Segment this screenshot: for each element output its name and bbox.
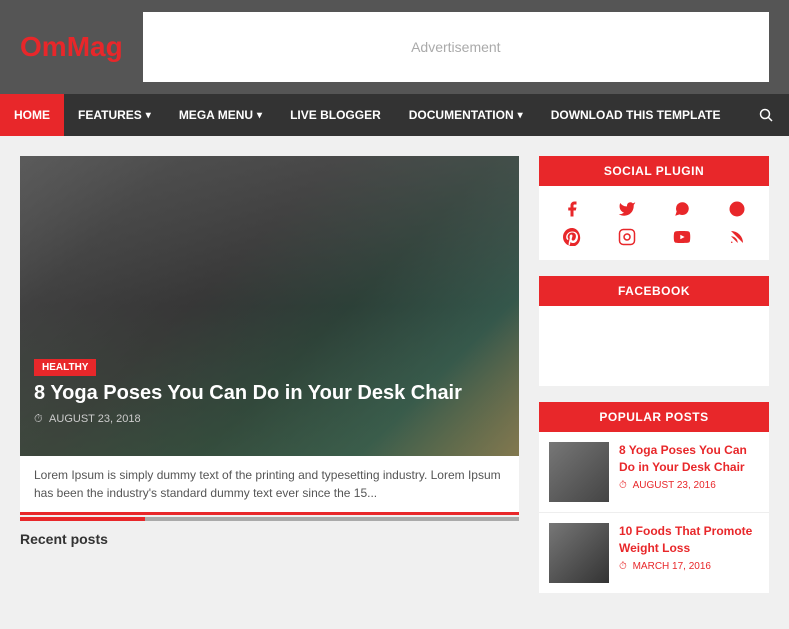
nav-item-liveblogger[interactable]: LIVE BLOGGER bbox=[276, 94, 395, 136]
content-area: HEALTHY 8 Yoga Poses You Can Do in Your … bbox=[0, 136, 789, 629]
category-label: HEALTHY bbox=[42, 362, 88, 373]
nav-label-megamenu: MEGA MENU bbox=[179, 108, 253, 122]
nav-item-download[interactable]: DOWNLOAD THIS TEMPLATE bbox=[537, 94, 735, 136]
hero-article: HEALTHY 8 Yoga Poses You Can Do in Your … bbox=[20, 156, 519, 521]
popular-post-1-thumb bbox=[549, 442, 609, 502]
clock-icon-2: ⏱ bbox=[619, 561, 630, 572]
nav-label-liveblogger: LIVE BLOGGER bbox=[290, 108, 381, 122]
pinterest-icon[interactable] bbox=[549, 228, 594, 246]
popular-post-2[interactable]: 10 Foods That Promote Weight Loss ⏱ MARC… bbox=[539, 513, 769, 593]
search-button[interactable] bbox=[743, 94, 789, 136]
pp1-date-text: AUGUST 23, 2016 bbox=[633, 480, 716, 491]
social-plugin-title-text: SOCIAL PLUGIN bbox=[604, 164, 704, 178]
facebook-widget-title: FACEBOOK bbox=[539, 276, 769, 306]
nav-item-features[interactable]: FEATURES ▾ bbox=[64, 94, 165, 136]
chevron-down-icon: ▾ bbox=[257, 110, 262, 121]
social-plugin-widget: SOCIAL PLUGIN R bbox=[539, 156, 769, 260]
logo-red: Mag bbox=[67, 31, 123, 62]
chevron-down-icon: ▾ bbox=[518, 110, 523, 121]
popular-post-1[interactable]: 8 Yoga Poses You Can Do in Your Desk Cha… bbox=[539, 432, 769, 513]
rss-icon[interactable] bbox=[714, 228, 759, 246]
popular-post-2-date: ⏱ MARCH 17, 2016 bbox=[619, 561, 759, 572]
nav-item-documentation[interactable]: DOCUMENTATION ▾ bbox=[395, 94, 537, 136]
popular-posts-title: POPULAR POSTS bbox=[539, 402, 769, 432]
facebook-title-text: FACEBOOK bbox=[618, 284, 690, 298]
logo[interactable]: OmMag bbox=[20, 31, 123, 63]
popular-post-1-info: 8 Yoga Poses You Can Do in Your Desk Cha… bbox=[619, 442, 759, 502]
hero-title: 8 Yoga Poses You Can Do in Your Desk Cha… bbox=[34, 380, 505, 406]
category-badge[interactable]: HEALTHY bbox=[34, 359, 96, 376]
popular-posts-title-text: POPULAR POSTS bbox=[599, 410, 708, 424]
clock-icon: ⏱ bbox=[34, 413, 43, 425]
ad-text: Advertisement bbox=[411, 39, 500, 55]
whatsapp-icon[interactable] bbox=[659, 200, 704, 218]
nav-label-download: DOWNLOAD THIS TEMPLATE bbox=[551, 108, 721, 122]
popular-post-1-title: 8 Yoga Poses You Can Do in Your Desk Cha… bbox=[619, 442, 759, 476]
hero-bg bbox=[20, 156, 519, 456]
social-plugin-title: SOCIAL PLUGIN bbox=[539, 156, 769, 186]
youtube-icon[interactable] bbox=[659, 228, 704, 246]
hero-date-text: AUGUST 23, 2018 bbox=[49, 413, 141, 425]
progress-bar-2 bbox=[145, 517, 270, 521]
hero-excerpt-text: Lorem Ipsum is simply dummy text of the … bbox=[34, 468, 501, 500]
hero-date: ⏱ AUGUST 23, 2018 bbox=[34, 413, 145, 426]
progress-bar-4 bbox=[394, 517, 519, 521]
nav-label-home: HOME bbox=[14, 108, 50, 122]
hero-title-text: 8 Yoga Poses You Can Do in Your Desk Cha… bbox=[34, 382, 462, 404]
sidebar: SOCIAL PLUGIN R bbox=[539, 156, 769, 609]
progress-bar-3 bbox=[270, 517, 395, 521]
navigation: HOME FEATURES ▾ MEGA MENU ▾ LIVE BLOGGER… bbox=[0, 94, 789, 136]
popular-post-2-title: 10 Foods That Promote Weight Loss bbox=[619, 523, 759, 557]
facebook-icon[interactable] bbox=[549, 200, 594, 218]
reddit-icon[interactable]: R bbox=[714, 200, 759, 218]
main-content: HEALTHY 8 Yoga Poses You Can Do in Your … bbox=[20, 156, 519, 609]
popular-post-2-thumb bbox=[549, 523, 609, 583]
hero-excerpt: Lorem Ipsum is simply dummy text of the … bbox=[20, 456, 519, 515]
nav-label-documentation: DOCUMENTATION bbox=[409, 108, 514, 122]
header: OmMag Advertisement bbox=[0, 0, 789, 94]
recent-posts-label: Recent posts bbox=[20, 531, 519, 547]
nav-label-features: FEATURES bbox=[78, 108, 142, 122]
facebook-widget: FACEBOOK bbox=[539, 276, 769, 386]
ad-banner: Advertisement bbox=[143, 12, 769, 82]
instagram-icon[interactable] bbox=[604, 228, 649, 246]
progress-bar-1 bbox=[20, 517, 145, 521]
nav-item-home[interactable]: HOME bbox=[0, 94, 64, 136]
svg-text:R: R bbox=[731, 204, 738, 214]
nav-item-megamenu[interactable]: MEGA MENU ▾ bbox=[165, 94, 276, 136]
recent-posts-title: Recent posts bbox=[20, 531, 108, 547]
progress-indicators bbox=[20, 517, 519, 521]
facebook-content bbox=[539, 306, 769, 386]
hero-image: HEALTHY 8 Yoga Poses You Can Do in Your … bbox=[20, 156, 519, 456]
social-icons-grid: R bbox=[539, 186, 769, 260]
popular-post-2-info: 10 Foods That Promote Weight Loss ⏱ MARC… bbox=[619, 523, 759, 583]
clock-icon-1: ⏱ bbox=[619, 480, 630, 491]
search-icon bbox=[759, 108, 773, 122]
chevron-down-icon: ▾ bbox=[146, 110, 151, 121]
popular-post-1-date: ⏱ AUGUST 23, 2016 bbox=[619, 480, 759, 491]
logo-black: Om bbox=[20, 31, 67, 62]
pp2-date-text: MARCH 17, 2016 bbox=[633, 561, 711, 572]
popular-posts-widget: POPULAR POSTS 8 Yoga Poses You Can Do in… bbox=[539, 402, 769, 593]
twitter-icon[interactable] bbox=[604, 200, 649, 218]
